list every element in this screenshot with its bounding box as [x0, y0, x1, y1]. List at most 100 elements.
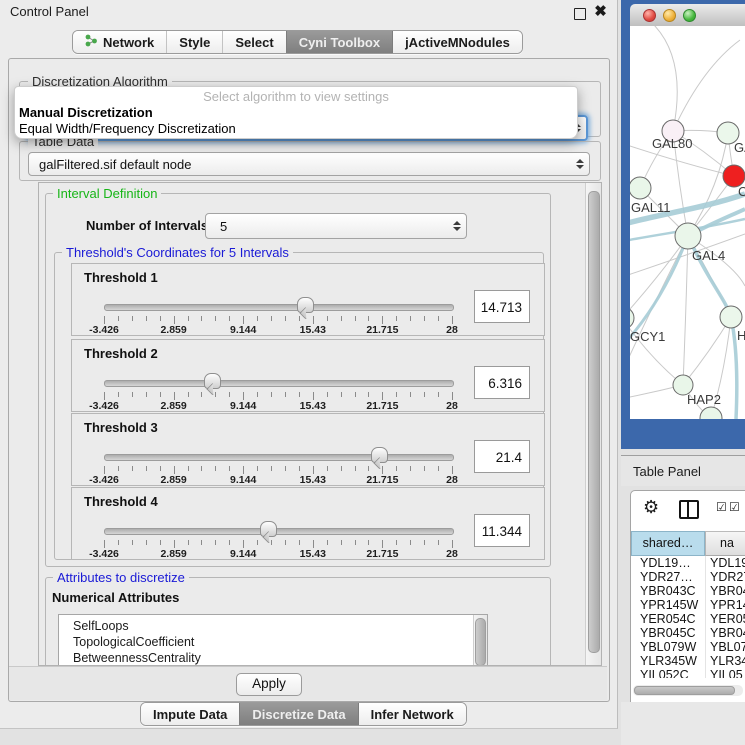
network-view-window[interactable]: GAL80GACGAL11GAL4GCY1HHAP2 — [621, 0, 745, 449]
axis-tick-label: 21.715 — [366, 324, 398, 336]
table-row[interactable]: YBR045CYBR04 — [631, 626, 745, 640]
axis-tick-label: 9.144 — [230, 400, 256, 412]
table-row[interactable]: YBL079WYBL07 — [631, 640, 745, 654]
threshold-value-field[interactable]: 14.713 — [474, 290, 530, 323]
gear-icon[interactable]: ⚙ — [643, 497, 659, 518]
attribute-item[interactable]: TopologicalCoefficient — [59, 634, 487, 650]
slider-thumb[interactable] — [260, 521, 277, 537]
slider-thumb[interactable] — [371, 447, 388, 463]
node-label: H — [737, 328, 745, 343]
threshold-value-field[interactable]: 21.4 — [474, 440, 530, 473]
slider-track[interactable] — [104, 454, 454, 461]
tab-jactivemnodules[interactable]: jActiveMNodules — [392, 31, 522, 53]
axis-tick-label: 21.715 — [366, 474, 398, 486]
tab-impute-data[interactable]: Impute Data — [141, 703, 239, 725]
tab-network[interactable]: Network — [73, 31, 166, 53]
axis-tick-label: 15.43 — [300, 324, 326, 336]
table-panel-footer — [621, 702, 745, 745]
column-header-shared-name[interactable]: shared… — [631, 531, 705, 556]
tab-select[interactable]: Select — [222, 31, 285, 53]
network-window-titlebar[interactable] — [630, 4, 745, 27]
network-graph: GAL80GACGAL11GAL4GCY1HHAP2 — [630, 26, 745, 419]
threshold-value-field[interactable]: 11.344 — [474, 514, 530, 547]
table-row[interactable]: YDL19…YDL19 — [631, 556, 745, 570]
attribute-item[interactable]: BetweennessCentrality — [59, 650, 487, 666]
table-row[interactable]: YDR27…YDR27 — [631, 570, 745, 584]
network-canvas[interactable]: GAL80GACGAL11GAL4GCY1HHAP2 — [630, 26, 745, 419]
split-columns-icon[interactable] — [679, 500, 699, 519]
apply-row: Apply — [9, 666, 607, 700]
network-node-gal11[interactable] — [630, 177, 651, 199]
threshold-value-field[interactable]: 6.316 — [474, 366, 530, 399]
table-row[interactable]: YLR345WYLR34 — [631, 654, 745, 668]
combobox-arrows-icon — [571, 159, 589, 169]
table-row[interactable]: YIL052CYIL05 — [631, 668, 745, 678]
table-panel-window: ⚙ ☑ ☑ shared… na YDL19…YDL19YDR27…YDR27Y… — [630, 490, 745, 704]
axis-tick-label: 2.859 — [160, 474, 186, 486]
apply-button[interactable]: Apply — [236, 673, 302, 696]
dropdown-item-equal-width[interactable]: Equal Width/Frequency Discretization — [19, 121, 236, 136]
slider-track[interactable] — [104, 304, 454, 311]
table-data-combobox[interactable]: galFiltered.sif default node — [28, 152, 590, 176]
mac-close-icon[interactable] — [643, 9, 656, 22]
table-data-group: Table Data galFiltered.sif default node — [19, 141, 601, 181]
threshold-panel-3: Threshold 3-3.4262.8599.14415.4321.71528… — [71, 413, 545, 486]
control-panel-tabs: NetworkStyleSelectCyni ToolboxjActiveMNo… — [72, 30, 523, 54]
float-window-icon[interactable] — [574, 8, 586, 20]
network-icon — [85, 34, 98, 50]
axis-tick-label: 21.715 — [366, 548, 398, 560]
number-of-intervals-combobox[interactable]: 5 — [205, 213, 467, 239]
tab-infer-network[interactable]: Infer Network — [358, 703, 466, 725]
slider-track[interactable] — [104, 528, 454, 535]
network-node[interactable] — [700, 407, 722, 419]
slider-thumb[interactable] — [297, 297, 314, 313]
network-node-gcy1[interactable] — [630, 307, 634, 329]
table-row[interactable]: YPR145WYPR14 — [631, 598, 745, 612]
slider-ticks — [104, 466, 453, 475]
mac-zoom-icon[interactable] — [683, 9, 696, 22]
control-panel-window: Control Panel ✖ NetworkStyleSelectCyni T… — [0, 0, 618, 729]
column-header-name[interactable]: na — [705, 531, 745, 556]
table-rows: YDL19…YDL19YDR27…YDR27YBR043CYBR04YPR145… — [631, 556, 745, 678]
node-label: GA — [734, 140, 745, 155]
attribute-item[interactable]: SelfLoops — [59, 618, 487, 634]
table-hscrollbar[interactable] — [633, 685, 743, 696]
axis-tick-label: 9.144 — [230, 324, 256, 336]
network-node-h[interactable] — [720, 306, 742, 328]
checkbox-icon[interactable]: ☑ — [729, 500, 740, 514]
table-row[interactable]: YBR043CYBR04 — [631, 584, 745, 598]
close-panel-icon[interactable]: ✖ — [594, 5, 607, 18]
axis-tick-label: 15.43 — [300, 400, 326, 412]
threshold-panel-2: Threshold 2-3.4262.8599.14415.4321.71528… — [71, 339, 545, 412]
cell-name: YDR27 — [705, 570, 745, 584]
network-node-gal4[interactable] — [675, 223, 701, 249]
mac-minimize-icon[interactable] — [663, 9, 676, 22]
numerical-attributes-list[interactable]: SelfLoopsTopologicalCoefficientBetweenne… — [58, 614, 488, 666]
tab-discretize-data[interactable]: Discretize Data — [239, 703, 357, 725]
axis-tick-label: -3.426 — [89, 324, 119, 336]
tab-cyni-toolbox[interactable]: Cyni Toolbox — [286, 31, 392, 53]
cell-name: YDL19 — [705, 556, 745, 570]
threshold-label: Threshold 4 — [84, 494, 158, 509]
panel-title: Control Panel — [10, 4, 89, 19]
list-scrollbar[interactable] — [473, 615, 487, 666]
settings-scrollbar[interactable] — [585, 183, 601, 665]
settings-scroll-area: Interval Definition Number of Intervals … — [38, 182, 602, 666]
checkbox-icon[interactable]: ☑ — [716, 500, 727, 514]
axis-tick-label: 2.859 — [160, 400, 186, 412]
table-row[interactable]: YER054CYER05 — [631, 612, 745, 626]
axis-tick-label: 28 — [446, 400, 458, 412]
axis-tick-label: 28 — [446, 474, 458, 486]
dropdown-item-manual-discretization[interactable]: Manual Discretization — [19, 105, 153, 120]
table-panel-header: Table Panel — [621, 455, 745, 486]
slider-thumb[interactable] — [204, 373, 221, 389]
cell-shared-name: YPR145W — [631, 598, 705, 612]
node-label: GAL4 — [692, 248, 725, 263]
axis-tick-label: -3.426 — [89, 400, 119, 412]
cell-shared-name: YDL19… — [631, 556, 705, 570]
node-label: GCY1 — [630, 329, 665, 344]
tab-style[interactable]: Style — [166, 31, 222, 53]
group-title: Interval Definition — [53, 187, 161, 200]
axis-tick-label: 21.715 — [366, 400, 398, 412]
slider-track[interactable] — [104, 380, 454, 387]
